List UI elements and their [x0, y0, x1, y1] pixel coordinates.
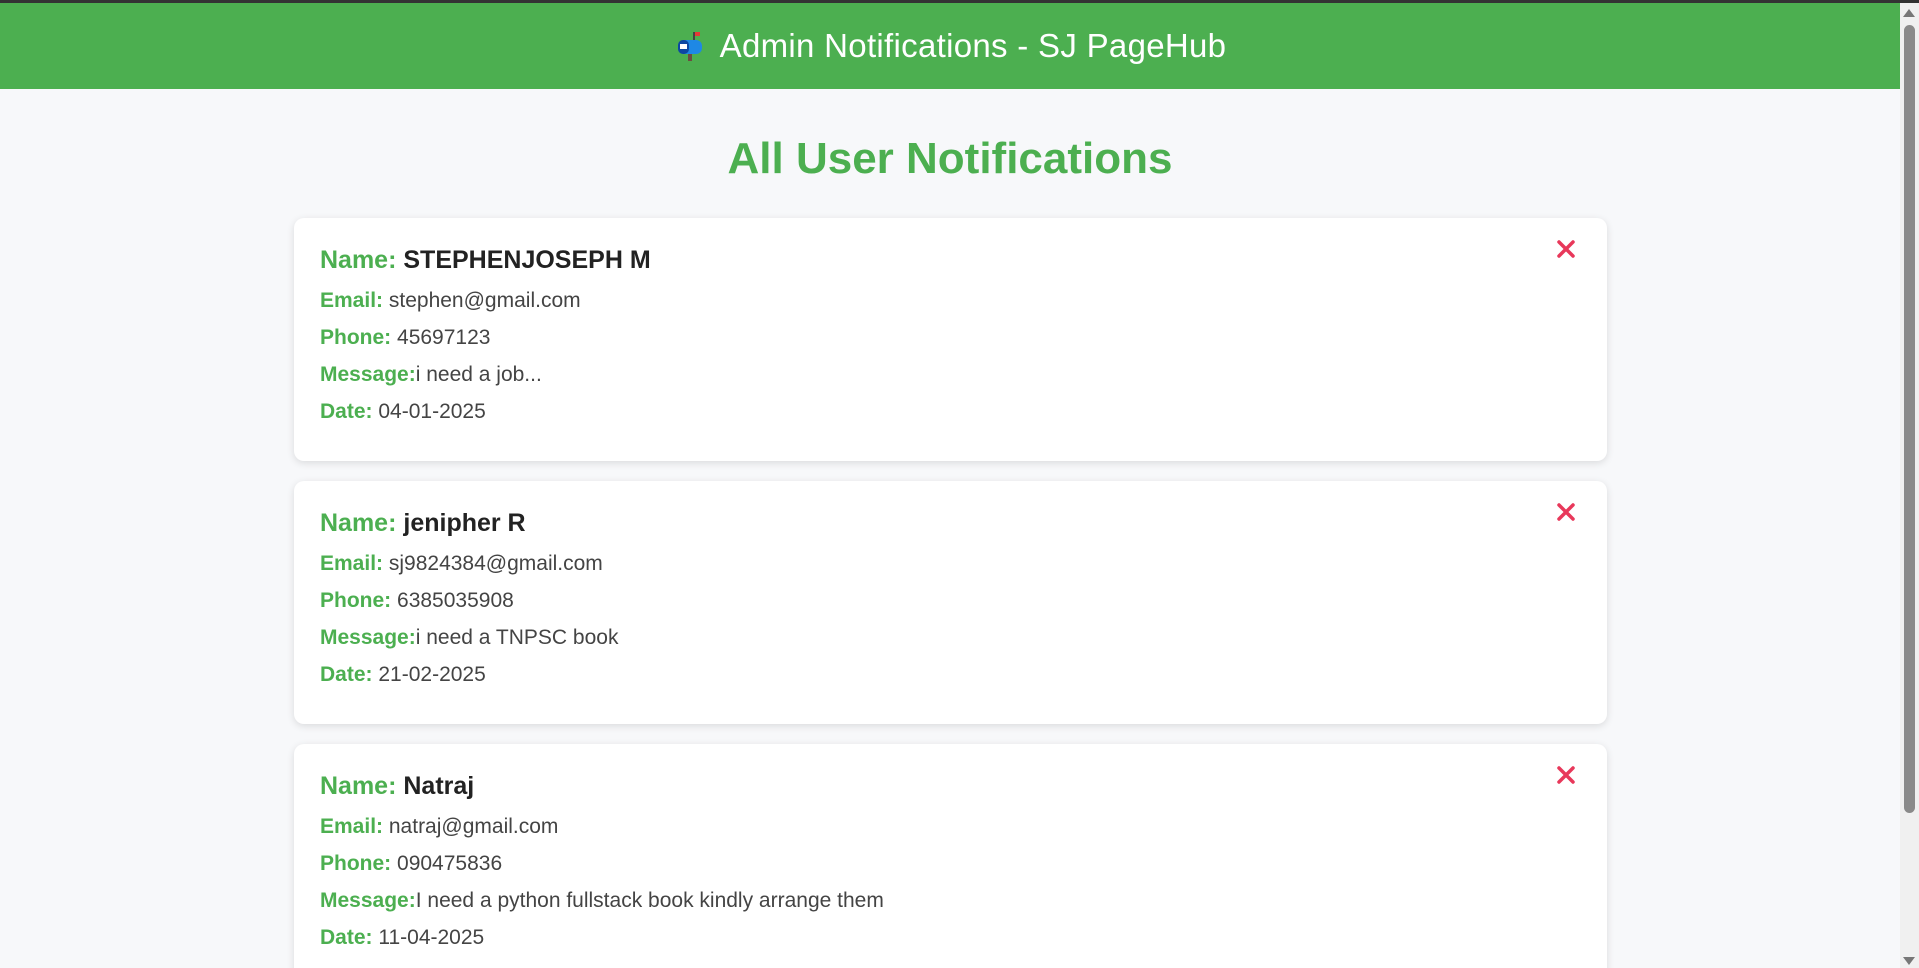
- message-label: Message:: [320, 889, 416, 912]
- notification-name: Name: STEPHENJOSEPH M: [320, 246, 1581, 275]
- phone-label: Phone:: [320, 326, 392, 349]
- message-value: i need a TNPSC book: [415, 626, 619, 649]
- close-icon: [1557, 766, 1575, 784]
- message-value: I need a python fullstack book kindly ar…: [415, 889, 884, 912]
- email-label: Email:: [320, 815, 384, 838]
- email-row: Email: sj9824384@gmail.com: [320, 552, 1581, 576]
- message-label: Message:: [320, 363, 416, 386]
- email-value: stephen@gmail.com: [388, 289, 581, 312]
- phone-value: 090475836: [397, 852, 503, 875]
- phone-row: Phone: 45697123: [320, 326, 1581, 350]
- phone-label: Phone:: [320, 852, 392, 875]
- close-icon: [1557, 503, 1575, 521]
- notification-card: Name: jenipher R Email: sj9824384@gmail.…: [294, 481, 1607, 724]
- message-label: Message:: [320, 626, 416, 649]
- phone-row: Phone: 6385035908: [320, 589, 1581, 613]
- scrollbar-thumb[interactable]: [1904, 25, 1915, 813]
- date-row: Date: 21-02-2025: [320, 663, 1581, 687]
- message-row: Message:i need a job...: [320, 363, 1581, 387]
- notification-card: Name: Natraj Email: natraj@gmail.com Pho…: [294, 744, 1607, 968]
- date-label: Date:: [320, 663, 373, 686]
- scroll-up-arrow-icon[interactable]: [1903, 9, 1915, 17]
- date-value: 11-04-2025: [378, 926, 485, 949]
- name-value: jenipher R: [403, 509, 526, 537]
- mailbox-icon: [674, 30, 706, 62]
- delete-notification-button[interactable]: [1551, 760, 1581, 790]
- top-header: Admin Notifications - SJ PageHub: [0, 3, 1919, 89]
- date-value: 04-01-2025: [378, 400, 486, 423]
- email-row: Email: natraj@gmail.com: [320, 815, 1581, 839]
- app-frame: Admin Notifications - SJ PageHub All Use…: [0, 0, 1919, 968]
- email-label: Email:: [320, 289, 384, 312]
- date-value: 21-02-2025: [378, 663, 486, 686]
- notification-list: Name: STEPHENJOSEPH M Email: stephen@gma…: [294, 218, 1607, 968]
- email-row: Email: stephen@gmail.com: [320, 289, 1581, 313]
- page-title: All User Notifications: [727, 134, 1173, 183]
- phone-value: 6385035908: [397, 589, 514, 612]
- phone-value: 45697123: [397, 326, 491, 349]
- phone-label: Phone:: [320, 589, 392, 612]
- notification-name: Name: Natraj: [320, 772, 1581, 801]
- name-label: Name:: [320, 246, 397, 274]
- header-title: Admin Notifications - SJ PageHub: [719, 27, 1227, 64]
- name-value: Natraj: [403, 772, 475, 800]
- phone-row: Phone: 090475836: [320, 852, 1581, 876]
- date-row: Date: 04-01-2025: [320, 400, 1581, 424]
- email-value: natraj@gmail.com: [388, 815, 559, 838]
- name-value: STEPHENJOSEPH M: [403, 246, 651, 274]
- name-label: Name:: [320, 509, 397, 537]
- email-value: sj9824384@gmail.com: [388, 552, 603, 575]
- delete-notification-button[interactable]: [1551, 234, 1581, 264]
- date-label: Date:: [320, 926, 373, 949]
- notification-name: Name: jenipher R: [320, 509, 1581, 538]
- email-label: Email:: [320, 552, 384, 575]
- scroll-down-arrow-icon[interactable]: [1903, 957, 1915, 965]
- vertical-scrollbar[interactable]: [1900, 3, 1919, 968]
- message-value: i need a job...: [415, 363, 542, 386]
- notification-card: Name: STEPHENJOSEPH M Email: stephen@gma…: [294, 218, 1607, 461]
- date-label: Date:: [320, 400, 373, 423]
- name-label: Name:: [320, 772, 397, 800]
- date-row: Date: 11-04-2025: [320, 926, 1581, 950]
- close-icon: [1557, 240, 1575, 258]
- delete-notification-button[interactable]: [1551, 497, 1581, 527]
- message-row: Message:i need a TNPSC book: [320, 626, 1581, 650]
- message-row: Message:I need a python fullstack book k…: [320, 889, 1581, 913]
- header-title-group: Admin Notifications - SJ PageHub: [674, 27, 1227, 65]
